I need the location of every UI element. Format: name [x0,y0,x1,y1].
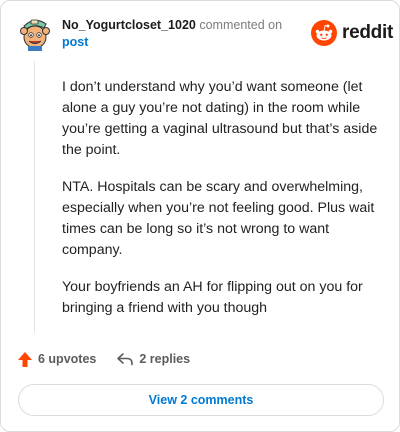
reddit-snoo-icon [311,20,337,46]
reddit-logo[interactable]: reddit [311,19,393,47]
comment-body: I don’t understand why you’d want someon… [62,77,390,335]
avatar[interactable] [18,17,52,51]
reddit-wordmark: reddit [342,22,393,43]
comment-header: No_Yogurtcloset_1020 commented on [62,17,282,34]
comment-card: No_Yogurtcloset_1020 commented on post r… [0,0,400,432]
reply-arrow-icon [116,352,134,366]
comment-footer: 6 upvotes 2 replies [17,349,190,369]
comment-paragraph: NTA. Hospitals can be scary and overwhel… [62,179,375,258]
replies-button[interactable]: 2 replies [116,352,190,366]
reply-count: 2 replies [139,352,191,366]
thread-line [34,61,35,333]
post-link[interactable]: post [62,34,88,51]
view-comments-button[interactable]: View 2 comments [18,384,384,416]
comment-paragraph: Your boyfriends an AH for flipping out o… [62,279,363,316]
comment-paragraph: I don’t understand why you’d want someon… [62,79,378,158]
upvote-count: 6 upvotes [38,352,97,366]
author-username[interactable]: No_Yogurtcloset_1020 [62,18,196,32]
upvote-arrow-icon[interactable] [17,351,33,368]
comment-action-text: commented on [199,18,283,32]
